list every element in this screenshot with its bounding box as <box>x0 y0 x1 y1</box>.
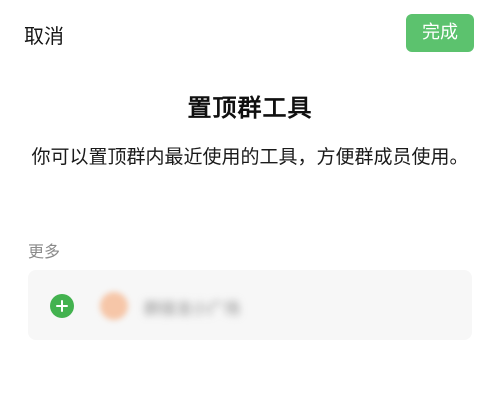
page-description: 你可以置顶群内最近使用的工具，方便群成员使用。 <box>31 146 469 168</box>
top-bar: 取消 完成 <box>0 0 500 70</box>
done-button[interactable]: 完成 <box>406 14 474 52</box>
tool-name: 群接龙小广场 <box>144 299 241 318</box>
tool-list-item: 群接龙小广场 <box>28 270 472 340</box>
page-title: 置顶群工具 <box>187 94 313 122</box>
add-circle-icon[interactable] <box>50 294 74 318</box>
app-icon <box>100 292 128 320</box>
cancel-button[interactable]: 取消 <box>24 20 64 49</box>
more-section-label: 更多 <box>28 242 61 261</box>
